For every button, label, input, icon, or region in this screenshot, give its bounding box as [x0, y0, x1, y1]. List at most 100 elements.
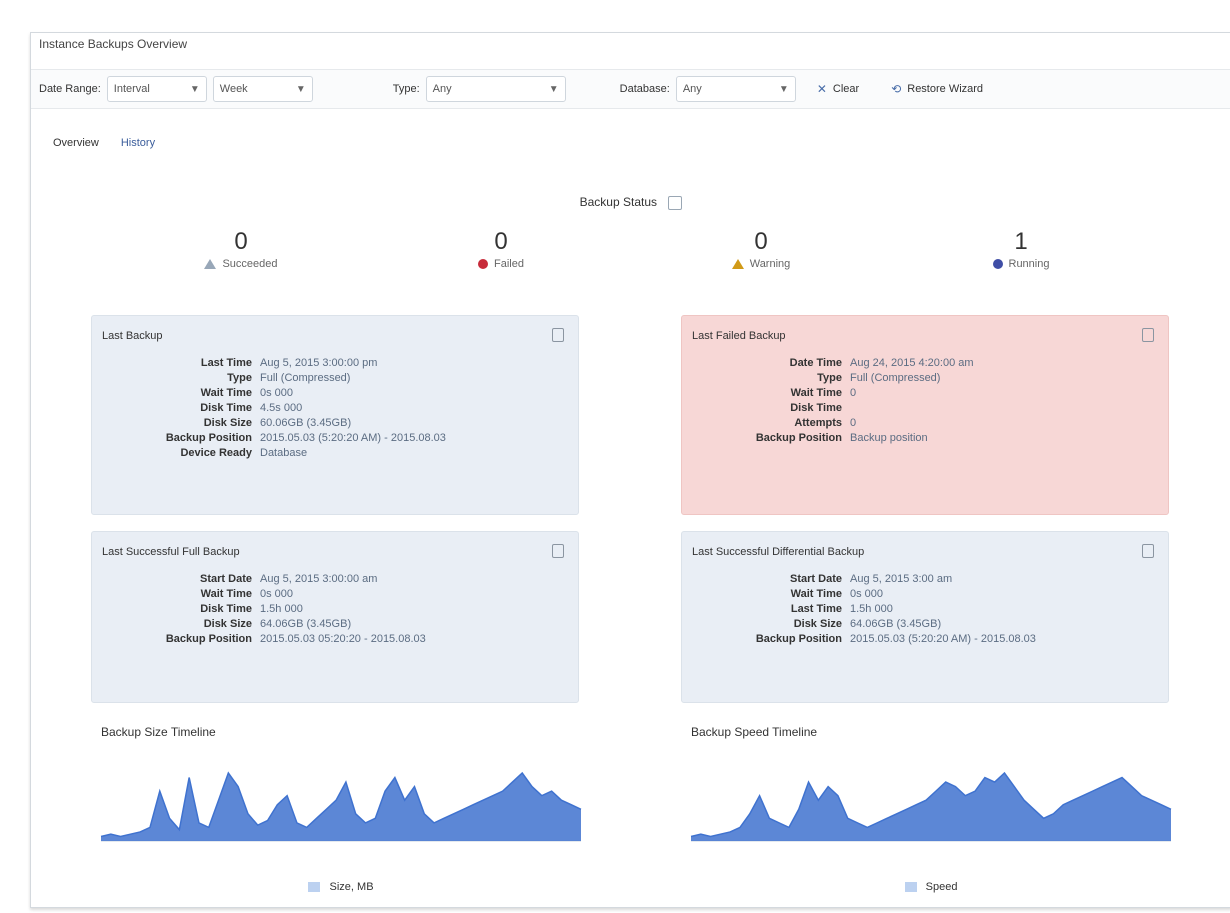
kv-row: Backup Position Backup position — [682, 431, 1168, 446]
stat-succeeded-count: 0 — [234, 228, 248, 255]
chart-left-legend: Size, MB — [91, 881, 591, 893]
kv-key: Start Date — [200, 573, 252, 585]
kv-row: Type Full (Compressed) — [682, 371, 1168, 386]
kv-value: 2015.05.03 (5:20:20 AM) - 2015.08.03 — [260, 432, 446, 444]
card-last-backup-title: Last Backup — [102, 330, 163, 342]
backup-status-title: Backup Status — [579, 195, 658, 209]
chart-right-title: Backup Speed Timeline — [691, 725, 818, 739]
kv-value: 0 — [850, 417, 857, 429]
card-last-successful-differential-backup-title: Last Successful Differential Backup — [692, 546, 865, 558]
chart-area — [101, 773, 581, 841]
kv-value: 1.5h 000 — [260, 603, 303, 615]
chart-right-svg — [690, 771, 1172, 842]
kv-key: Backup Position — [165, 432, 252, 444]
kv-key: Wait Time — [200, 588, 252, 600]
clear-button[interactable]: ✕ Clear — [806, 75, 870, 103]
backups-window: Instance Backups Overview Date Range: In… — [30, 32, 1230, 908]
kv-row: Wait Time 0 — [682, 386, 1168, 401]
type-group: Type: Any ▼ — [393, 76, 566, 102]
info-icon[interactable] — [668, 195, 683, 210]
kv-value: 2015.05.03 05:20:20 - 2015.08.03 — [260, 633, 426, 645]
stat-succeeded-label-row: Succeeded — [151, 258, 331, 270]
kv-value — [850, 401, 1168, 416]
clear-icon: ✕ — [816, 82, 827, 96]
card-last-successful-full-backup: Last Successful Full Backup Start Date Au… — [91, 531, 579, 703]
stat-failed-label: Failed — [494, 258, 524, 270]
kv-key: Backup Position — [755, 633, 842, 645]
card-last-backup-kv: Last Time Aug 5, 2015 3:00:00 pm Type Full… — [92, 356, 578, 461]
dot-icon — [992, 259, 1003, 269]
chart-left-svg — [100, 771, 582, 842]
type-select[interactable]: Any ▼ — [425, 76, 566, 102]
date-range-select[interactable]: Interval ▼ — [106, 76, 207, 102]
kv-key: Disk Size — [203, 417, 252, 429]
kv-value: Aug 24, 2015 4:20:00 am — [850, 357, 974, 369]
kv-key: Start Date — [790, 573, 842, 585]
restore-wizard-label: Restore Wizard — [907, 83, 984, 95]
kv-value: Aug 5, 2015 3:00:00 pm — [260, 357, 378, 369]
kv-key: Attempts — [794, 417, 842, 429]
tab-overview[interactable]: Overview — [47, 137, 105, 149]
database-label: Database: — [619, 83, 670, 95]
kv-value: 60.06GB (3.45GB) — [260, 417, 352, 429]
kv-row: Backup Position 2015.05.03 (5:20:20 AM) -… — [682, 632, 1168, 647]
kv-key: Last Time — [200, 357, 252, 369]
kv-value: Full (Compressed) — [850, 372, 941, 384]
kv-row: Last Time 1.5h 000 — [682, 602, 1168, 617]
kv-key: Wait Time — [790, 387, 842, 399]
copy-icon[interactable] — [1142, 544, 1154, 558]
kv-key: Disk Size — [203, 618, 252, 630]
kv-row: Start Date Aug 5, 2015 3:00 am — [682, 572, 1168, 587]
kv-value: 4.5s 000 — [260, 402, 303, 414]
kv-key: Device Ready — [180, 447, 252, 459]
kv-key: Type — [817, 372, 842, 384]
stat-running: 1 Running — [931, 228, 1111, 270]
status-stats: 0 Succeeded 0 Failed 0 Warning 1 Running — [31, 228, 1230, 288]
chevron-down-icon: ▼ — [548, 83, 559, 95]
stat-succeeded-label: Succeeded — [222, 258, 278, 270]
chevron-down-icon: ▼ — [295, 83, 306, 95]
legend-swatch — [308, 882, 321, 893]
kv-value: Database — [260, 447, 308, 459]
copy-icon[interactable] — [552, 544, 564, 558]
restore-wizard-button[interactable]: ⟲ Restore Wizard — [880, 75, 994, 103]
type-value: Any — [432, 83, 452, 95]
stat-running-count: 1 — [1014, 228, 1028, 255]
stat-running-label: Running — [1008, 258, 1050, 270]
kv-key: Disk Time — [790, 402, 842, 414]
card-last-successful-differential-backup-kv: Start Date Aug 5, 2015 3:00 am Wait Time 0… — [682, 572, 1168, 647]
stat-failed: 0 Failed — [411, 228, 591, 270]
kv-value: 0s 000 — [260, 588, 294, 600]
copy-icon[interactable] — [1142, 328, 1154, 342]
tab-history[interactable]: History — [115, 137, 161, 149]
stat-failed-label-row: Failed — [411, 258, 591, 270]
dot-icon — [478, 259, 489, 269]
kv-value: 64.06GB (3.45GB) — [850, 618, 942, 630]
kv-value: Aug 5, 2015 3:00 am — [850, 573, 953, 585]
card-last-successful-full-backup-kv: Start Date Aug 5, 2015 3:00:00 am Wait Ti… — [92, 572, 578, 647]
database-value: Any — [682, 83, 702, 95]
clear-button-label: Clear — [832, 83, 860, 95]
restore-icon: ⟲ — [891, 82, 902, 96]
kv-key: Backup Position — [755, 432, 842, 444]
card-last-failed-backup-title: Last Failed Backup — [692, 330, 786, 342]
kv-key: Disk Time — [200, 402, 252, 414]
chart-left-legend-label: Size, MB — [329, 881, 374, 893]
kv-row: Disk Size 60.06GB (3.45GB) — [92, 416, 578, 431]
date-range-period-select[interactable]: Week ▼ — [212, 76, 313, 102]
kv-value: Full (Compressed) — [260, 372, 351, 384]
kv-row: Wait Time 0s 000 — [92, 587, 578, 602]
kv-row: Start Date Aug 5, 2015 3:00:00 am — [92, 572, 578, 587]
card-last-successful-differential-backup: Last Successful Differential Backup Star… — [681, 531, 1169, 703]
card-last-backup: Last Backup Last Time Aug 5, 2015 3:00:00… — [91, 315, 579, 515]
legend-swatch — [904, 882, 917, 893]
stat-running-label-row: Running — [931, 258, 1111, 270]
database-select[interactable]: Any ▼ — [675, 76, 796, 102]
stat-warning-label-row: Warning — [671, 258, 851, 270]
copy-icon[interactable] — [552, 328, 564, 342]
kv-key: Type — [227, 372, 252, 384]
stat-warning-count: 0 — [754, 228, 768, 255]
chart-area — [691, 773, 1171, 841]
kv-value: 0s 000 — [260, 387, 294, 399]
kv-value: 1.5h 000 — [850, 603, 893, 615]
